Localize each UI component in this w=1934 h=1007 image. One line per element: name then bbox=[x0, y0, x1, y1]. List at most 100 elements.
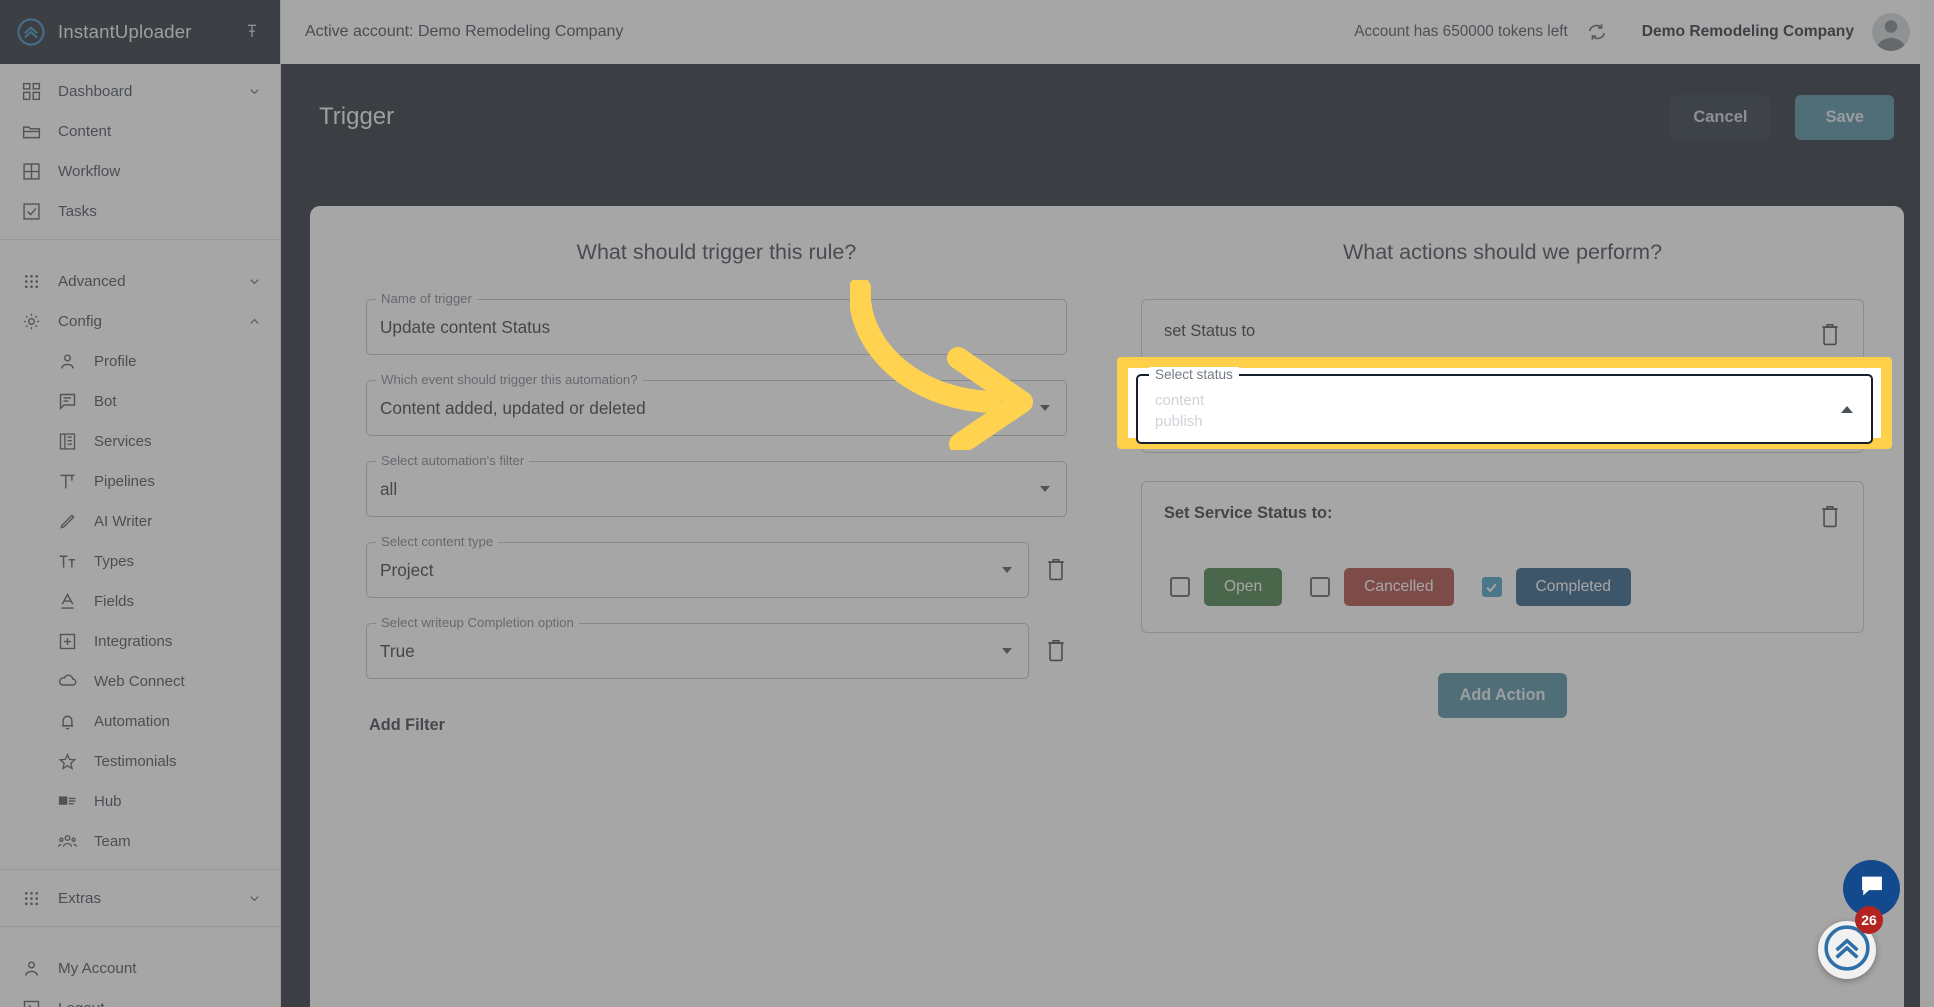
cancel-button[interactable]: Cancel bbox=[1669, 94, 1772, 140]
sidebar-item-ai-writer[interactable]: AI Writer bbox=[36, 501, 280, 541]
highlight-frame-select-status: Select status content publish bbox=[1117, 357, 1892, 449]
sidebar-nav: Dashboard Content Workflow Tasks Advance… bbox=[0, 64, 280, 1007]
sidebar-item-bot[interactable]: Bot bbox=[36, 381, 280, 421]
apps-grid-icon bbox=[21, 271, 42, 292]
notification-badge[interactable]: 26 bbox=[1855, 906, 1883, 934]
delete-filter-button[interactable] bbox=[1045, 557, 1067, 583]
avatar[interactable] bbox=[1872, 13, 1910, 51]
sidebar-item-dashboard[interactable]: Dashboard bbox=[0, 71, 280, 111]
page-header-actions: Cancel Save bbox=[1669, 94, 1894, 140]
chat-lines-icon bbox=[57, 391, 78, 412]
field-name-of-trigger[interactable]: Name of trigger Update content Status bbox=[366, 291, 1067, 355]
sidebar-item-pipelines[interactable]: Pipelines bbox=[36, 461, 280, 501]
sidebar-item-label: My Account bbox=[58, 959, 137, 977]
dashboard-grid-icon bbox=[21, 81, 42, 102]
pencil-icon bbox=[57, 511, 78, 532]
status-pill-completed[interactable]: Completed bbox=[1515, 568, 1631, 606]
sidebar-item-integrations[interactable]: Integrations bbox=[36, 621, 280, 661]
brand-name: InstantUploader bbox=[58, 21, 192, 42]
select-status-dropdown-highlighted[interactable]: Select status content publish bbox=[1136, 367, 1873, 444]
sidebar-item-label: AI Writer bbox=[94, 512, 153, 530]
trigger-column-heading: What should trigger this rule? bbox=[576, 240, 857, 264]
sidebar-item-hub[interactable]: Hub bbox=[36, 781, 280, 821]
pipeline-icon bbox=[57, 471, 78, 492]
page-title: Trigger bbox=[319, 103, 395, 130]
topbar-right: Account has 650000 tokens left Demo Remo… bbox=[1354, 13, 1910, 51]
sidebar: InstantUploader Dashboard Content Workfl… bbox=[0, 0, 281, 1007]
sidebar-item-testimonials[interactable]: Testimonials bbox=[36, 741, 280, 781]
sidebar-item-config[interactable]: Config bbox=[0, 301, 280, 341]
add-action-button[interactable]: Add Action bbox=[1437, 673, 1568, 718]
dropdown-option-content[interactable]: content bbox=[1155, 390, 1204, 411]
logout-icon bbox=[21, 998, 42, 1007]
delete-action-button[interactable] bbox=[1819, 322, 1841, 348]
field-trigger-event[interactable]: Which event should trigger this automati… bbox=[366, 372, 1067, 436]
add-filter-button[interactable]: Add Filter bbox=[369, 716, 445, 735]
sidebar-item-label: Bot bbox=[94, 392, 117, 410]
sidebar-item-logout[interactable]: Logout bbox=[0, 988, 280, 1007]
sidebar-item-advanced[interactable]: Advanced bbox=[0, 261, 280, 301]
sidebar-item-label: Web Connect bbox=[94, 672, 185, 690]
field-legend: Name of trigger bbox=[376, 291, 477, 306]
sidebar-item-fields[interactable]: Fields bbox=[36, 581, 280, 621]
text-format-icon bbox=[57, 551, 78, 572]
chevron-down-icon bbox=[247, 891, 262, 906]
sidebar-item-team[interactable]: Team bbox=[36, 821, 280, 861]
checkbox-status-open[interactable] bbox=[1170, 577, 1190, 597]
sidebar-item-types[interactable]: Types bbox=[36, 541, 280, 581]
sidebar-brand: InstantUploader bbox=[0, 0, 280, 64]
field-content-type[interactable]: Select content type Project bbox=[366, 534, 1029, 598]
page-scrollbar[interactable] bbox=[1920, 0, 1934, 1007]
field-automation-filter[interactable]: Select automation's filter all bbox=[366, 453, 1067, 517]
chevron-down-icon bbox=[1002, 567, 1012, 573]
sidebar-item-web-connect[interactable]: Web Connect bbox=[36, 661, 280, 701]
checkbox-status-cancelled[interactable] bbox=[1310, 577, 1331, 597]
card-list-icon bbox=[57, 791, 78, 812]
dropdown-ghost-options: content publish bbox=[1155, 390, 1204, 432]
sidebar-item-content[interactable]: Content bbox=[0, 111, 280, 151]
status-pill-open[interactable]: Open bbox=[1204, 568, 1283, 606]
sidebar-item-services[interactable]: Services bbox=[36, 421, 280, 461]
sidebar-item-label: Dashboard bbox=[58, 82, 133, 100]
people-icon bbox=[57, 831, 78, 852]
person-icon bbox=[21, 958, 42, 979]
field-value: Update content Status bbox=[380, 316, 551, 337]
sidebar-divider bbox=[0, 239, 280, 240]
checkbox-status-completed[interactable] bbox=[1481, 577, 1502, 597]
folder-icon bbox=[21, 121, 42, 142]
sidebar-item-label: Services bbox=[94, 432, 152, 450]
account-company-name[interactable]: Demo Remodeling Company bbox=[1642, 23, 1854, 41]
refresh-icon[interactable] bbox=[1586, 21, 1608, 43]
sidebar-item-automation[interactable]: Automation bbox=[36, 701, 280, 741]
dropdown-option-publish[interactable]: publish bbox=[1155, 411, 1204, 432]
delete-action-button[interactable] bbox=[1819, 504, 1841, 530]
field-value: Content added, updated or deleted bbox=[380, 397, 646, 418]
field-row-writeup-completion: Select writeup Completion option True bbox=[366, 615, 1067, 704]
page-header: Trigger Cancel Save bbox=[281, 64, 1934, 170]
sidebar-item-tasks[interactable]: Tasks bbox=[0, 191, 280, 231]
sidebar-item-label: Workflow bbox=[58, 162, 121, 180]
field-value: Project bbox=[380, 559, 434, 580]
editor-card: What should trigger this rule? Name of t… bbox=[310, 206, 1904, 1007]
action-panel-set-service-status: Set Service Status to: Open Cancelled Co… bbox=[1141, 481, 1864, 633]
sidebar-divider bbox=[0, 926, 280, 927]
sidebar-item-extras[interactable]: Extras bbox=[0, 878, 280, 918]
field-writeup-completion[interactable]: Select writeup Completion option True bbox=[366, 615, 1029, 679]
sidebar-item-label: Integrations bbox=[94, 632, 173, 650]
pin-icon[interactable] bbox=[242, 22, 262, 42]
chevron-down-icon bbox=[1002, 648, 1012, 654]
topbar: Active account: Demo Remodeling Company … bbox=[281, 0, 1934, 64]
person-icon bbox=[57, 351, 78, 372]
sidebar-item-my-account[interactable]: My Account bbox=[0, 948, 280, 988]
sidebar-item-profile[interactable]: Profile bbox=[36, 341, 280, 381]
sidebar-item-workflow[interactable]: Workflow bbox=[0, 151, 280, 191]
sidebar-item-label: Automation bbox=[94, 712, 170, 730]
building-icon bbox=[57, 431, 78, 452]
status-pill-cancelled[interactable]: Cancelled bbox=[1344, 568, 1454, 606]
sidebar-subnav-config: Profile Bot Services Pipelines AI Writer… bbox=[0, 341, 280, 861]
cloud-icon bbox=[57, 671, 78, 692]
delete-filter-button[interactable] bbox=[1045, 638, 1067, 664]
service-status-options: Open Cancelled Completed bbox=[1164, 568, 1841, 606]
save-button[interactable]: Save bbox=[1795, 94, 1894, 140]
plus-square-icon bbox=[57, 631, 78, 652]
